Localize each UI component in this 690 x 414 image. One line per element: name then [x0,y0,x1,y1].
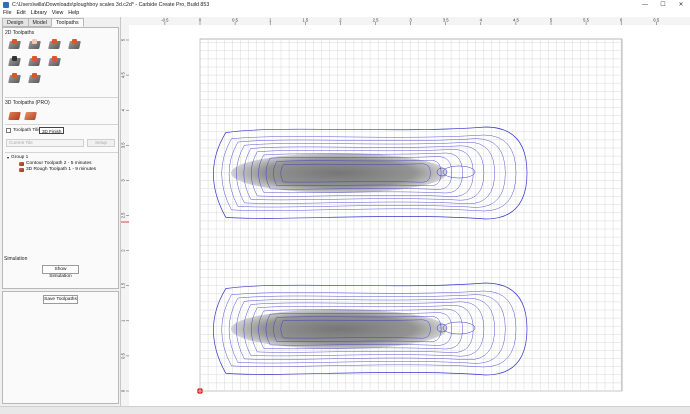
ruler-label: -0.5 [161,18,169,23]
left-panel: Design Model Toolpaths 2D Toolpaths 3D T… [0,17,121,406]
section-2d-toolpaths: 2D Toolpaths [5,30,35,36]
design-canvas[interactable]: -0.5 0 0.5 1 1.5 2 2.5 3 3.5 4 4.5 5 5.5 6 6.5 5 4.5 4 3.5… [121,17,690,406]
ruler-label: 2.5 [373,18,379,23]
ruler-label: 6.5 [653,18,659,23]
ruler-label: 1.5 [121,282,126,288]
3d-rough-icon [19,167,24,172]
tiling-setup-button[interactable]: Setup [87,139,115,147]
section-simulation: Simulation [4,256,28,262]
title-bar: C:\Users\willa\Downloads\ploughboy scale… [0,0,690,9]
pocket-toolpath-icon[interactable] [28,39,41,49]
divider [5,152,118,153]
divider [5,124,118,125]
texture-toolpath-icon[interactable] [28,56,41,66]
simulation-panel: Simulation [2,291,119,404]
collapse-arrow-icon[interactable]: ▾ [7,155,9,160]
section-3d-toolpaths: 3D Toolpaths (PRO) [5,100,50,106]
engrave-toolpath-icon[interactable] [8,73,21,83]
top-ruler [121,17,690,25]
ruler-label: 4.5 [121,72,126,78]
contour-toolpath-icon [19,161,24,166]
ruler-label: 1.5 [302,18,308,23]
app-logo-icon [3,1,9,8]
ruler-label: 0.5 [121,352,126,358]
close-button[interactable]: ✕ [672,0,690,9]
toolpath-tiling-checkbox[interactable] [6,128,11,133]
mode-tabs: Design Model Toolpaths [2,18,84,27]
carbide-create-window: C:\Users\willa\Downloads\ploughboy scale… [0,0,690,414]
status-bar [0,406,690,414]
save-toolpaths-button[interactable]: Save Toolpaths [43,295,78,304]
tab-toolpaths[interactable]: Toolpaths [50,18,84,27]
ruler-label: 3.5 [121,142,126,148]
current-tile-select[interactable]: Current Tile [6,139,84,147]
window-controls: — ☐ ✕ [636,0,690,9]
menu-help[interactable]: Help [68,10,79,16]
toolpath-label: 3D Rough Toolpath 1 - 9 minutes [26,167,97,172]
3d-rough-icon[interactable] [8,110,21,120]
toolpaths-tab-body: 2D Toolpaths 3D Toolpaths (PRO) Toolpath… [2,27,119,289]
ruler-label: 3.5 [443,18,449,23]
3d-finish-icon[interactable] [24,110,37,120]
menu-file[interactable]: File [3,10,12,16]
tab-design[interactable]: Design [2,18,29,27]
contour-toolpath-icon[interactable] [8,39,21,49]
menu-view[interactable]: View [52,10,63,16]
chamfer-toolpath-icon[interactable] [28,73,41,83]
list-item[interactable]: 3D Rough Toolpath 1 - 9 minutes [19,167,96,172]
window-title: C:\Users\willa\Downloads\ploughboy scale… [12,1,210,8]
menu-library[interactable]: Library [31,10,47,16]
canvas-drawing[interactable]: -0.5 0 0.5 1 1.5 2 2.5 3 3.5 4 4.5 5 5.5 6 6.554.543.5… [121,17,690,406]
ruler-label: 4.5 [513,18,519,23]
vcarve-icon[interactable] [68,39,81,49]
origin-marker [197,388,203,394]
minimize-button[interactable]: — [636,0,654,9]
menu-edit[interactable]: Edit [17,10,26,16]
ruler-label: 0.5 [232,18,238,23]
list-item[interactable]: Contour Toolpath 2 - 5 minutes [19,161,92,166]
maximize-button[interactable]: ☐ [654,0,672,9]
drill-toolpath-icon[interactable] [8,56,21,66]
divider [5,97,118,98]
ruler-label: 2.5 [121,212,126,218]
tree-group[interactable]: ▾ Group 1 [7,155,28,160]
rest-machining-icon[interactable] [48,56,61,66]
relief-shading [231,309,447,349]
show-simulation-button[interactable]: Show Simulation [42,265,79,279]
menu-bar: File Edit Library View Help [0,9,690,17]
advanced-vcarve-icon[interactable] [48,39,61,49]
toolpath-label: Contour Toolpath 2 - 5 minutes [26,161,92,166]
toolpath-tiling-label: Toolpath Tilin [13,128,41,133]
group-label: Group 1 [11,155,29,160]
tab-model[interactable]: Model [27,18,52,27]
tooltip-3d-finish: 3D Finish [39,127,65,134]
relief-shading [231,153,447,193]
ruler-label: 5.5 [583,18,589,23]
